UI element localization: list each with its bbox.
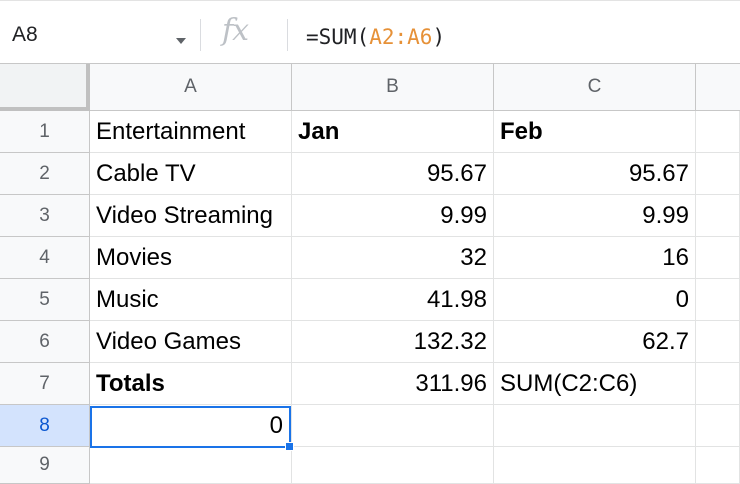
column-header-c[interactable]: C: [494, 64, 696, 111]
cell-a3[interactable]: Video Streaming: [90, 195, 292, 237]
fill-handle[interactable]: [285, 442, 294, 451]
cell-a7[interactable]: Totals: [90, 363, 292, 405]
cell-b9[interactable]: [292, 447, 494, 484]
cell-c8[interactable]: [494, 405, 696, 447]
cell-b3[interactable]: 9.99: [292, 195, 494, 237]
cell-b4[interactable]: 32: [292, 237, 494, 279]
row-header-3[interactable]: 3: [0, 195, 90, 237]
cell-d8[interactable]: [696, 405, 740, 447]
row-header-1[interactable]: 1: [0, 111, 90, 153]
formula-range-ref: A2:A6: [369, 25, 433, 49]
cell-c1[interactable]: Feb: [494, 111, 696, 153]
cell-c5[interactable]: 0: [494, 279, 696, 321]
cell-d2[interactable]: [696, 153, 740, 195]
cell-b8[interactable]: [292, 405, 494, 447]
cell-d4[interactable]: [696, 237, 740, 279]
cell-c7[interactable]: SUM(C2:C6): [494, 363, 696, 405]
column-header-b[interactable]: B: [292, 64, 494, 111]
cell-a8[interactable]: 0: [90, 405, 292, 447]
cell-a6[interactable]: Video Games: [90, 321, 292, 363]
cell-a2[interactable]: Cable TV: [90, 153, 292, 195]
name-box-value: A8: [12, 23, 38, 46]
row-header-5[interactable]: 5: [0, 279, 90, 321]
divider: [287, 19, 288, 51]
fx-icon: fx: [222, 13, 249, 48]
cell-c4[interactable]: 16: [494, 237, 696, 279]
cell-a9[interactable]: [90, 447, 292, 484]
cell-d6[interactable]: [696, 321, 740, 363]
cell-d9[interactable]: [696, 447, 740, 484]
cell-c3[interactable]: 9.99: [494, 195, 696, 237]
cell-a5[interactable]: Music: [90, 279, 292, 321]
formula-bar: A8 fx =SUM(A2:A6): [0, 0, 740, 64]
cell-d7[interactable]: [696, 363, 740, 405]
formula-input[interactable]: =SUM(A2:A6): [306, 25, 445, 49]
column-header-a[interactable]: A: [90, 64, 292, 111]
cell-b7[interactable]: 311.96: [292, 363, 494, 405]
chevron-down-icon[interactable]: [176, 38, 186, 44]
cell-b5[interactable]: 41.98: [292, 279, 494, 321]
cell-d1[interactable]: [696, 111, 740, 153]
select-all-corner[interactable]: [0, 64, 90, 111]
row-header-2[interactable]: 2: [0, 153, 90, 195]
formula-prefix: =SUM(: [306, 25, 370, 49]
cell-c6[interactable]: 62.7: [494, 321, 696, 363]
divider: [200, 19, 201, 51]
cell-b2[interactable]: 95.67: [292, 153, 494, 195]
row-header-7[interactable]: 7: [0, 363, 90, 405]
row-header-8[interactable]: 8: [0, 405, 90, 447]
cell-c9[interactable]: [494, 447, 696, 484]
cell-b1[interactable]: Jan: [292, 111, 494, 153]
formula-suffix: ): [432, 25, 446, 49]
row-header-9[interactable]: 9: [0, 447, 90, 484]
cell-a1[interactable]: Entertainment: [90, 111, 292, 153]
cell-b6[interactable]: 132.32: [292, 321, 494, 363]
cell-d3[interactable]: [696, 195, 740, 237]
cell-a4[interactable]: Movies: [90, 237, 292, 279]
cell-c2[interactable]: 95.67: [494, 153, 696, 195]
row-header-4[interactable]: 4: [0, 237, 90, 279]
name-box[interactable]: A8: [0, 15, 196, 51]
row-header-6[interactable]: 6: [0, 321, 90, 363]
spreadsheet-grid: A B C 1 Entertainment Jan Feb 2 Cable TV…: [0, 64, 740, 484]
cell-d5[interactable]: [696, 279, 740, 321]
column-header-d[interactable]: [696, 64, 740, 111]
